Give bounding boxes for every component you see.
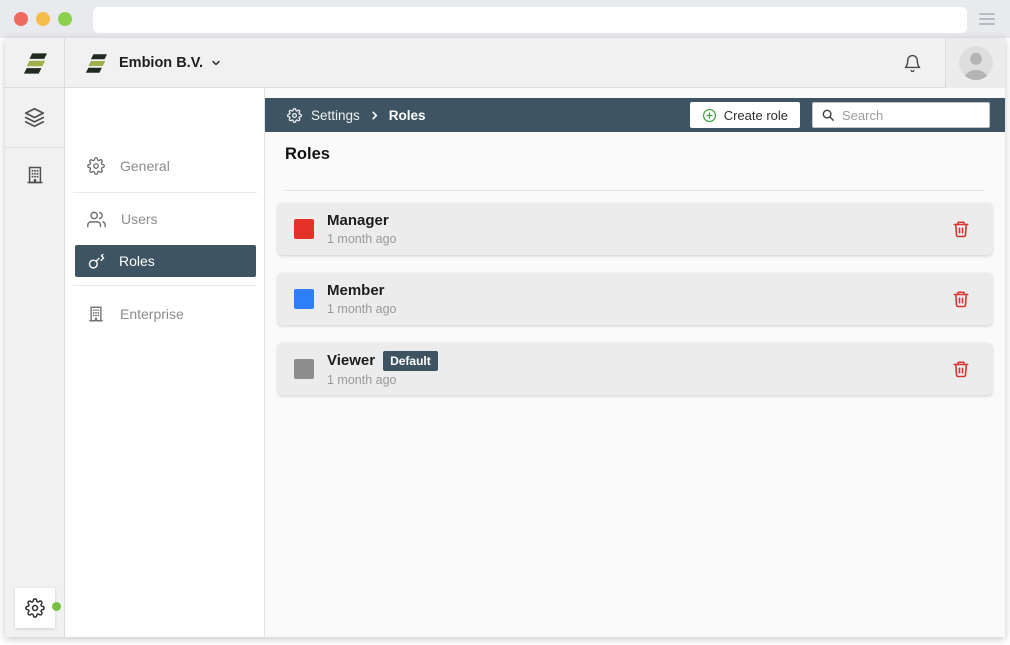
minimize-window-button[interactable] — [36, 12, 50, 26]
sidebar-item-users[interactable]: Users — [65, 196, 265, 242]
trash-icon — [952, 290, 970, 308]
settings-gear-icon — [25, 598, 45, 618]
breadcrumb-bar: Settings Roles Create role — [265, 98, 1005, 132]
rail-item-enterprise[interactable] — [5, 165, 64, 185]
zoom-window-button[interactable] — [58, 12, 72, 26]
user-menu[interactable] — [945, 38, 1005, 88]
sidebar-item-label: Roles — [119, 253, 155, 269]
key-icon — [88, 253, 105, 270]
page-title: Roles — [285, 145, 330, 164]
role-timestamp: 1 month ago — [327, 302, 397, 316]
sidebar-item-general[interactable]: General — [65, 143, 265, 189]
address-bar[interactable] — [93, 7, 967, 33]
role-row-manager[interactable]: Manager 1 month ago — [278, 203, 992, 255]
embion-logo-icon — [23, 52, 47, 75]
chevron-down-icon — [210, 57, 222, 69]
role-color-swatch — [294, 289, 314, 309]
role-timestamp: 1 month ago — [327, 232, 397, 246]
close-window-button[interactable] — [14, 12, 28, 26]
chevron-right-icon — [369, 110, 380, 121]
gear-icon — [287, 108, 302, 123]
delete-role-button[interactable] — [952, 290, 970, 308]
role-timestamp: 1 month ago — [327, 373, 438, 387]
sidebar-item-roles[interactable]: Roles — [75, 245, 256, 277]
rail-divider — [5, 147, 64, 148]
browser-menu-icon[interactable] — [979, 13, 995, 25]
role-row-viewer[interactable]: Viewer Default 1 month ago — [278, 343, 992, 395]
browser-chrome — [0, 0, 1010, 38]
delete-role-button[interactable] — [952, 220, 970, 238]
building-icon — [25, 165, 45, 185]
sidebar-item-label: Users — [121, 211, 158, 227]
breadcrumb-item-settings[interactable]: Settings — [311, 108, 360, 123]
role-color-swatch — [294, 219, 314, 239]
rail-logo-cell — [5, 38, 65, 88]
search-box — [812, 102, 990, 128]
gear-icon — [87, 157, 105, 175]
sidebar-item-enterprise[interactable]: Enterprise — [65, 291, 265, 337]
delete-role-button[interactable] — [952, 360, 970, 378]
breadcrumb: Settings Roles — [287, 108, 426, 123]
app-window: Embion B.V. — [5, 38, 1005, 637]
main-content: Settings Roles Create role Roles — [265, 88, 1005, 637]
company-switcher[interactable]: Embion B.V. — [65, 38, 222, 88]
sidebar-item-label: General — [120, 158, 170, 174]
create-role-label: Create role — [724, 108, 788, 123]
layers-icon — [24, 107, 45, 128]
building-icon — [87, 305, 105, 323]
create-role-button[interactable]: Create role — [690, 102, 800, 128]
embion-logo-icon — [85, 53, 107, 74]
role-name: Viewer — [327, 352, 375, 369]
search-input[interactable] — [842, 108, 981, 123]
role-name: Member — [327, 282, 385, 299]
title-divider — [285, 190, 985, 191]
sidebar-item-label: Enterprise — [120, 306, 184, 322]
role-text: Viewer Default 1 month ago — [327, 351, 438, 386]
rail-settings-button[interactable] — [15, 588, 55, 628]
roles-list: Manager 1 month ago Member 1 month ago — [278, 203, 992, 395]
user-avatar-icon — [959, 46, 993, 80]
role-text: Member 1 month ago — [327, 282, 397, 315]
sidebar-divider — [73, 192, 257, 193]
icon-rail — [5, 88, 65, 637]
online-status-dot — [52, 602, 61, 611]
role-color-swatch — [294, 359, 314, 379]
trash-icon — [952, 220, 970, 238]
users-icon — [87, 210, 106, 229]
breadcrumb-item-roles: Roles — [389, 108, 426, 123]
default-badge: Default — [383, 351, 438, 370]
app-header: Embion B.V. — [5, 38, 1005, 88]
trash-icon — [952, 360, 970, 378]
search-icon — [821, 108, 835, 122]
role-row-member[interactable]: Member 1 month ago — [278, 273, 992, 325]
sidebar-divider — [73, 285, 257, 286]
window-controls — [14, 12, 72, 26]
role-text: Manager 1 month ago — [327, 212, 397, 245]
settings-sidebar: General Users Roles Enterprise — [65, 88, 265, 637]
plus-circle-icon — [702, 108, 717, 123]
company-name: Embion B.V. — [119, 55, 203, 71]
notifications-bell-icon[interactable] — [903, 54, 922, 73]
role-name: Manager — [327, 212, 389, 229]
rail-item-layers[interactable] — [5, 107, 64, 128]
